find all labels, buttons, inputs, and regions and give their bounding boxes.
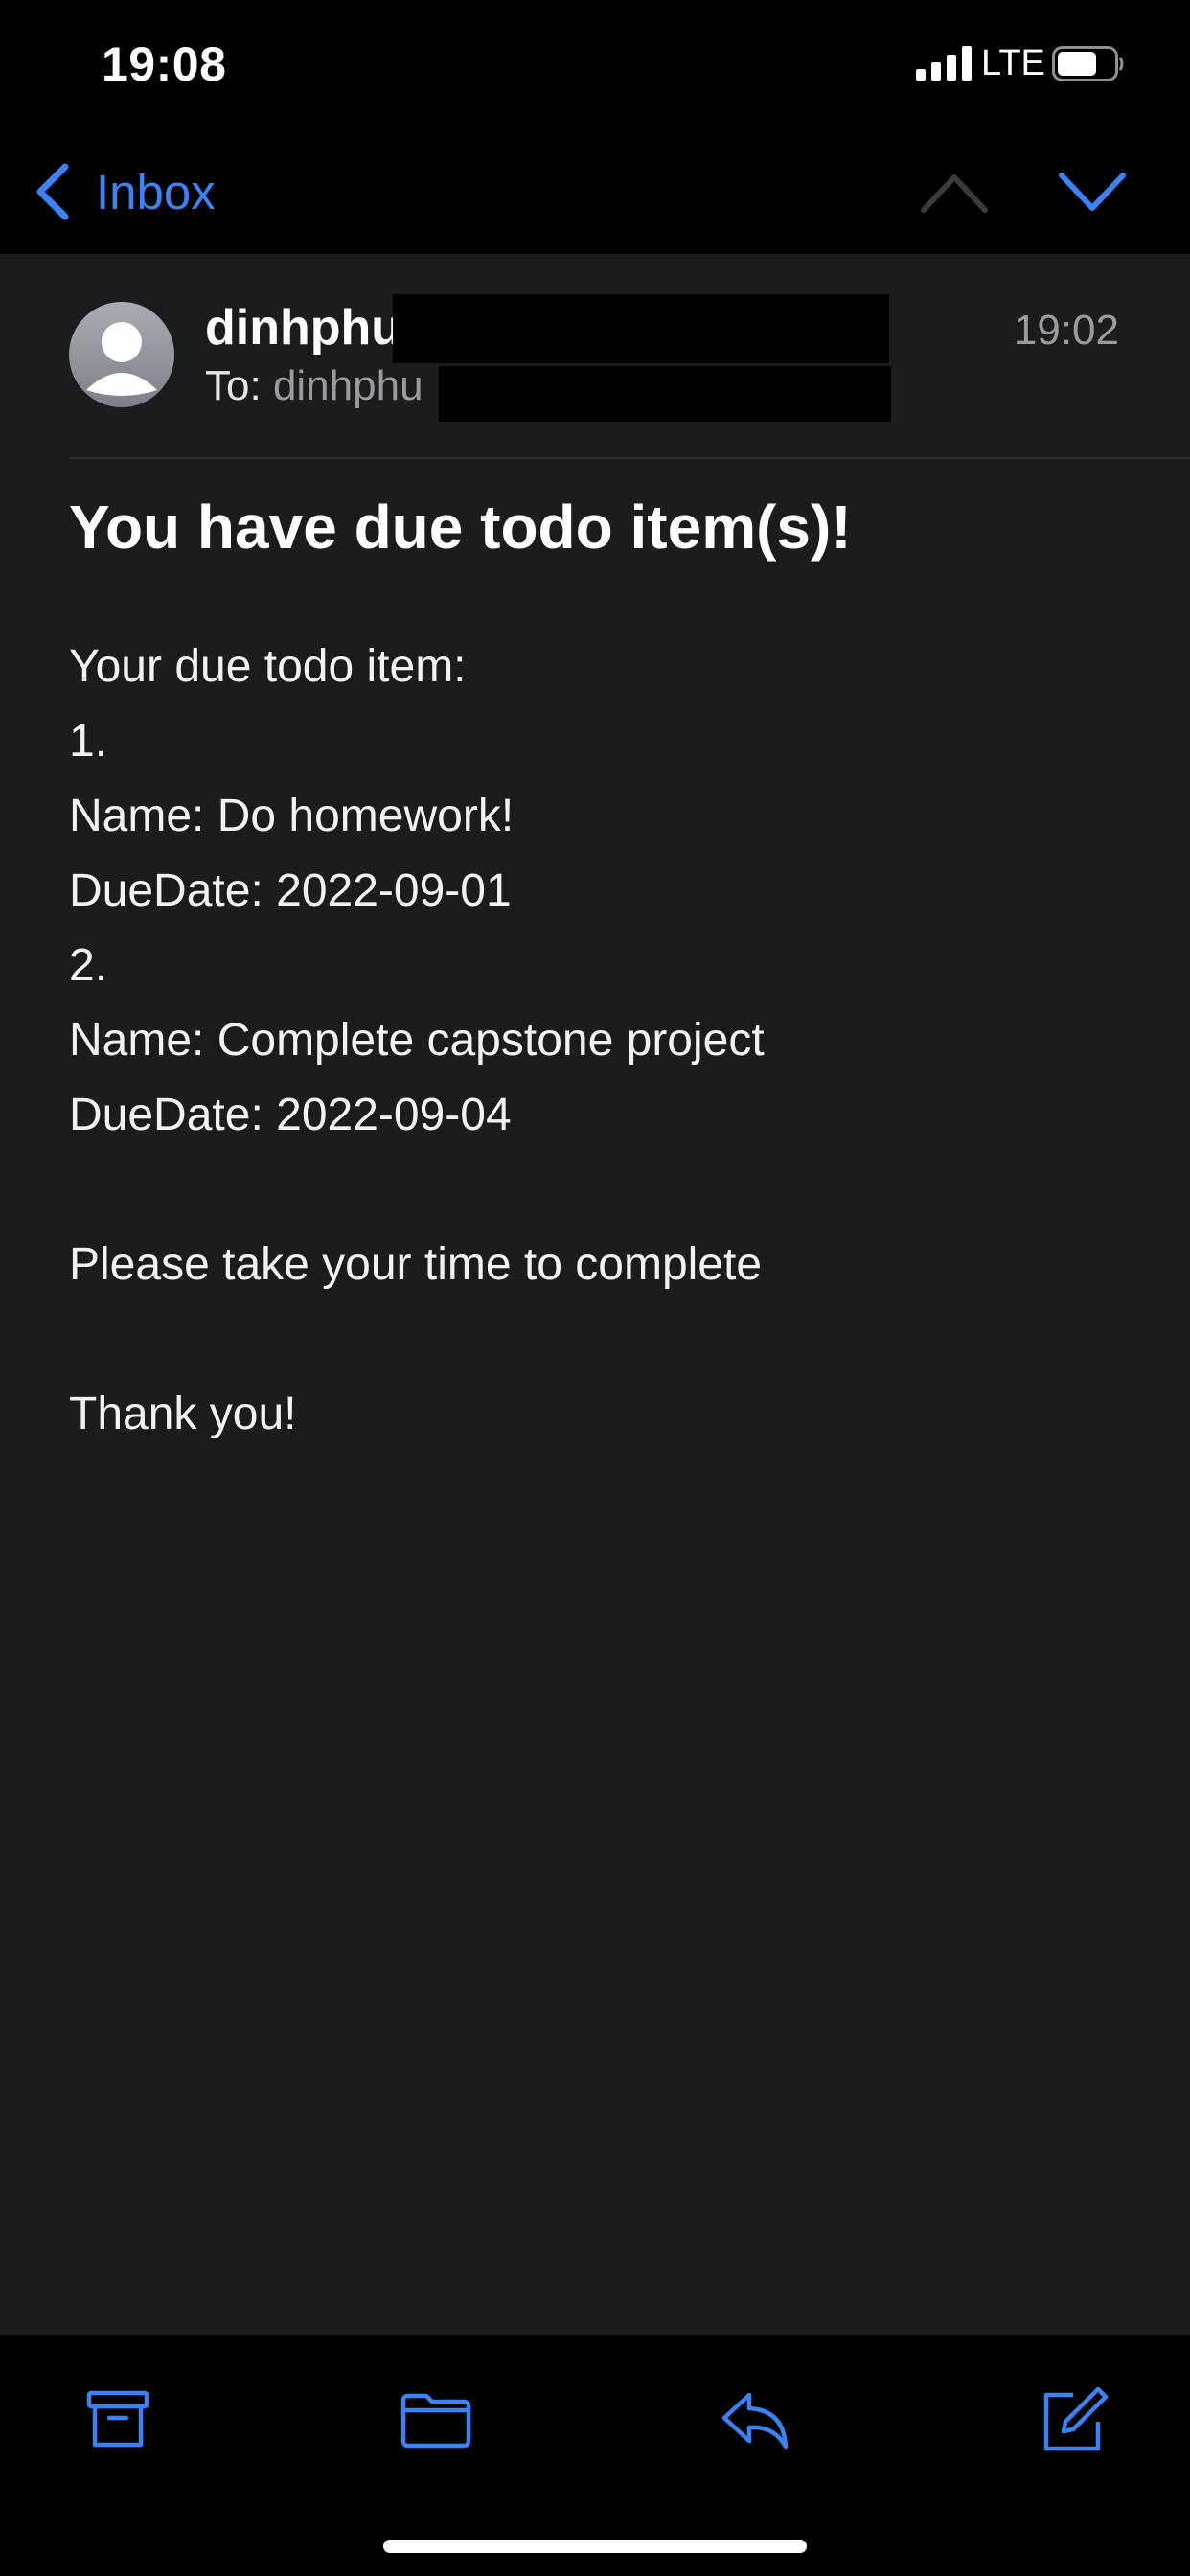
bottom-toolbar [0,2335,1190,2576]
person-icon [86,322,157,396]
chevron-left-icon [36,163,69,220]
next-message-chevron-down-icon[interactable] [1058,168,1127,216]
compose-icon[interactable] [1035,2381,1111,2458]
back-label: Inbox [96,164,216,219]
signal-strength-icon [916,46,972,80]
body-line: DueDate: 2022-09-01 [69,865,512,916]
nav-bar: Inbox [0,129,1190,254]
body-line: 2. [69,940,108,991]
redaction-bar [393,294,889,363]
body-line: 1. [69,716,108,767]
battery-icon [1052,46,1124,81]
body-line: Name: Do homework! [69,791,515,841]
body-line: Name: Complete capstone project [69,1015,765,1066]
redaction-bar [439,366,891,422]
previous-message-chevron-up-icon[interactable] [920,168,989,216]
back-to-inbox-button[interactable]: Inbox [34,158,216,225]
body-line [69,1153,765,1228]
body-line [69,1302,765,1377]
message-subject: You have due todo item(s)! [69,493,852,562]
home-indicator[interactable] [383,2540,807,2553]
header-divider [69,457,1190,459]
body-line: DueDate: 2022-09-04 [69,1090,512,1140]
network-type: LTE [981,43,1045,83]
message-body: Your due todo item: 1. Name: Do homework… [69,630,765,1452]
folder-icon[interactable] [398,2381,474,2458]
sender-name[interactable]: dinhphu [205,299,401,356]
status-time: 19:08 [102,37,227,91]
sender-avatar[interactable] [69,302,174,407]
archive-icon[interactable] [80,2381,156,2458]
recipient-line[interactable]: To: dinhphu [205,362,423,410]
to-label: To: [205,362,262,409]
reply-icon[interactable] [717,2381,793,2458]
body-line: Please take your time to complete [69,1239,763,1290]
status-bar: 19:08 LTE [0,0,1190,129]
body-line: Thank you! [69,1389,297,1439]
message-view: dinhphu To: dinhphu 19:02 You have due t… [0,254,1190,2335]
recipient-name: dinhphu [272,362,423,409]
received-time: 19:02 [1013,307,1119,354]
body-line: Your due todo item: [69,641,467,692]
